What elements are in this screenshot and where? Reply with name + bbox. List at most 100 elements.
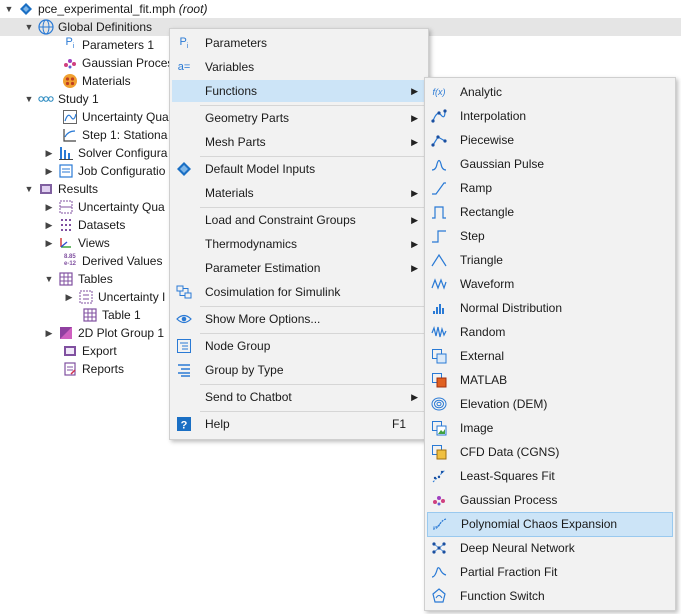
menu-item-random[interactable]: Random <box>427 321 673 343</box>
parameters-icon: Pi <box>179 35 189 51</box>
tree-node-job-configurations[interactable]: ▶ Job Configuratio <box>44 162 166 180</box>
menu-item-cfd-data[interactable]: CFD Data (CGNS) <box>427 441 673 463</box>
menu-item-least-squares-fit[interactable]: Least-Squares Fit <box>427 465 673 487</box>
menu-item-deep-neural-network[interactable]: Deep Neural Network <box>427 537 673 559</box>
chevron-down-icon[interactable]: ▼ <box>4 0 14 18</box>
tree-node-export[interactable]: Export <box>62 342 117 360</box>
menu-item-parameters[interactable]: Pi Parameters <box>172 32 426 54</box>
menu-item-group-by-type[interactable]: Group by Type <box>172 359 426 381</box>
tree-node-2d-plot-group[interactable]: ▶ 2D Plot Group 1 <box>44 324 165 342</box>
menu-item-help[interactable]: ? Help F1 <box>172 413 426 435</box>
model-icon <box>18 1 34 17</box>
chevron-right-icon: ▶ <box>411 113 418 123</box>
menu-item-triangle[interactable]: Triangle <box>427 249 673 271</box>
materials-label: Materials <box>82 74 131 88</box>
uncertainty-table-icon <box>78 289 94 305</box>
menu-separator <box>200 207 424 208</box>
gaussian-process-icon <box>431 492 447 508</box>
menu-item-partial-fraction-fit[interactable]: Partial Fraction Fit <box>427 561 673 583</box>
chevron-right-icon: ▶ <box>411 86 418 96</box>
menu-item-variables[interactable]: a= Variables <box>172 56 426 78</box>
menu-item-function-switch[interactable]: Function Switch <box>427 585 673 607</box>
gaussian-pulse-icon <box>431 156 447 172</box>
tree-node-derived-values[interactable]: 8.85 e-12 Derived Values <box>62 252 163 270</box>
tree-node-study1[interactable]: ▼ Study 1 <box>24 90 99 108</box>
root-suffix: (root) <box>178 2 208 16</box>
export-label: Export <box>82 344 117 358</box>
tree-node-parameters1[interactable]: Pi Parameters 1 <box>62 36 154 54</box>
tree-node-datasets[interactable]: ▶ Datasets <box>44 216 126 234</box>
menu-item-thermodynamics[interactable]: Thermodynamics ▶ <box>172 233 426 255</box>
tree-node-step1[interactable]: Step 1: Stationa <box>62 126 167 144</box>
chevron-right-icon[interactable]: ▶ <box>44 162 54 180</box>
menu-item-rectangle[interactable]: Rectangle <box>427 201 673 223</box>
menu-item-load-constraint-groups[interactable]: Load and Constraint Groups ▶ <box>172 209 426 231</box>
menu-item-matlab[interactable]: MATLAB <box>427 369 673 391</box>
menu-item-analytic[interactable]: f(x) Analytic <box>427 81 673 103</box>
solver-config-label: Solver Configura <box>78 146 168 160</box>
chevron-down-icon[interactable]: ▼ <box>24 180 34 198</box>
uncertainty-icon <box>62 109 78 125</box>
help-icon: ? <box>176 416 192 432</box>
tree-node-tables[interactable]: ▼ Tables <box>44 270 113 288</box>
menu-item-interpolation[interactable]: Interpolation <box>427 105 673 127</box>
tree-node-results[interactable]: ▼ Results <box>24 180 98 198</box>
chevron-right-icon[interactable]: ▶ <box>44 198 54 216</box>
menu-item-gaussian-pulse[interactable]: Gaussian Pulse <box>427 153 673 175</box>
cosimulation-icon <box>176 284 192 300</box>
tree-node-uncertainty-results[interactable]: ▶ Uncertainty Qua <box>44 198 165 216</box>
tree-node-table1[interactable]: Table 1 <box>82 306 141 324</box>
chevron-right-icon: ▶ <box>411 215 418 225</box>
chevron-down-icon[interactable]: ▼ <box>24 90 34 108</box>
chevron-down-icon[interactable]: ▼ <box>24 18 34 36</box>
deep-neural-network-icon <box>431 540 447 556</box>
chevron-right-icon: ▶ <box>411 263 418 273</box>
tree-node-root[interactable]: ▼ pce_experimental_fit.mph (root) <box>4 0 208 18</box>
tree-node-uncertainty-quantification[interactable]: Uncertainty Qua <box>62 108 169 126</box>
menu-item-cosimulation[interactable]: Cosimulation for Simulink <box>172 281 426 303</box>
menu-item-send-to-chatbot[interactable]: Send to Chatbot ▶ <box>172 386 426 408</box>
chevron-right-icon[interactable]: ▶ <box>44 324 54 342</box>
menu-item-functions[interactable]: Functions ▶ <box>172 80 426 102</box>
menu-item-mesh-parts[interactable]: Mesh Parts ▶ <box>172 131 426 153</box>
tree-node-uncertainty-table[interactable]: ▶ Uncertainty I <box>64 288 166 306</box>
chevron-right-icon[interactable]: ▶ <box>44 144 54 162</box>
menu-item-materials[interactable]: Materials ▶ <box>172 182 426 204</box>
menu-item-geometry-parts[interactable]: Geometry Parts ▶ <box>172 107 426 129</box>
group-by-type-icon <box>176 362 192 378</box>
tree-node-reports[interactable]: Reports <box>62 360 124 378</box>
menu-item-step[interactable]: Step <box>427 225 673 247</box>
gaussian-process-label: Gaussian Proces <box>82 56 174 70</box>
menu-item-normal-distribution[interactable]: Normal Distribution <box>427 297 673 319</box>
menu-item-node-group[interactable]: Node Group <box>172 335 426 357</box>
menu-item-piecewise[interactable]: Piecewise <box>427 129 673 151</box>
step1-label: Step 1: Stationa <box>82 128 168 142</box>
tree-node-views[interactable]: ▶ Views <box>44 234 110 252</box>
chevron-down-icon[interactable]: ▼ <box>44 270 54 288</box>
menu-item-ramp[interactable]: Ramp <box>427 177 673 199</box>
chevron-right-icon[interactable]: ▶ <box>64 288 74 306</box>
parameters1-label: Parameters 1 <box>82 38 155 52</box>
tree-node-gaussian-process[interactable]: Gaussian Proces <box>62 54 173 72</box>
interpolation-icon <box>431 108 447 124</box>
reports-icon <box>62 361 78 377</box>
menu-item-waveform[interactable]: Waveform <box>427 273 673 295</box>
tree-node-materials[interactable]: Materials <box>62 72 131 90</box>
chevron-right-icon[interactable]: ▶ <box>44 234 54 252</box>
uncertainty-table-label: Uncertainty I <box>98 290 166 304</box>
menu-item-gaussian-process[interactable]: Gaussian Process <box>427 489 673 511</box>
function-switch-icon <box>431 588 447 604</box>
export-icon <box>62 343 78 359</box>
plot-group-icon <box>58 325 74 341</box>
partial-fraction-fit-icon <box>431 564 447 580</box>
menu-item-external[interactable]: External <box>427 345 673 367</box>
menu-item-show-more-options[interactable]: Show More Options... <box>172 308 426 330</box>
menu-item-default-model-inputs[interactable]: Default Model Inputs <box>172 158 426 180</box>
menu-item-polynomial-chaos-expansion[interactable]: Polynomial Chaos Expansion <box>427 512 673 537</box>
menu-item-parameter-estimation[interactable]: Parameter Estimation ▶ <box>172 257 426 279</box>
chevron-right-icon[interactable]: ▶ <box>44 216 54 234</box>
menu-item-elevation[interactable]: Elevation (DEM) <box>427 393 673 415</box>
menu-item-image[interactable]: Image <box>427 417 673 439</box>
chevron-right-icon: ▶ <box>411 392 418 402</box>
tree-node-solver-configurations[interactable]: ▶ Solver Configura <box>44 144 167 162</box>
